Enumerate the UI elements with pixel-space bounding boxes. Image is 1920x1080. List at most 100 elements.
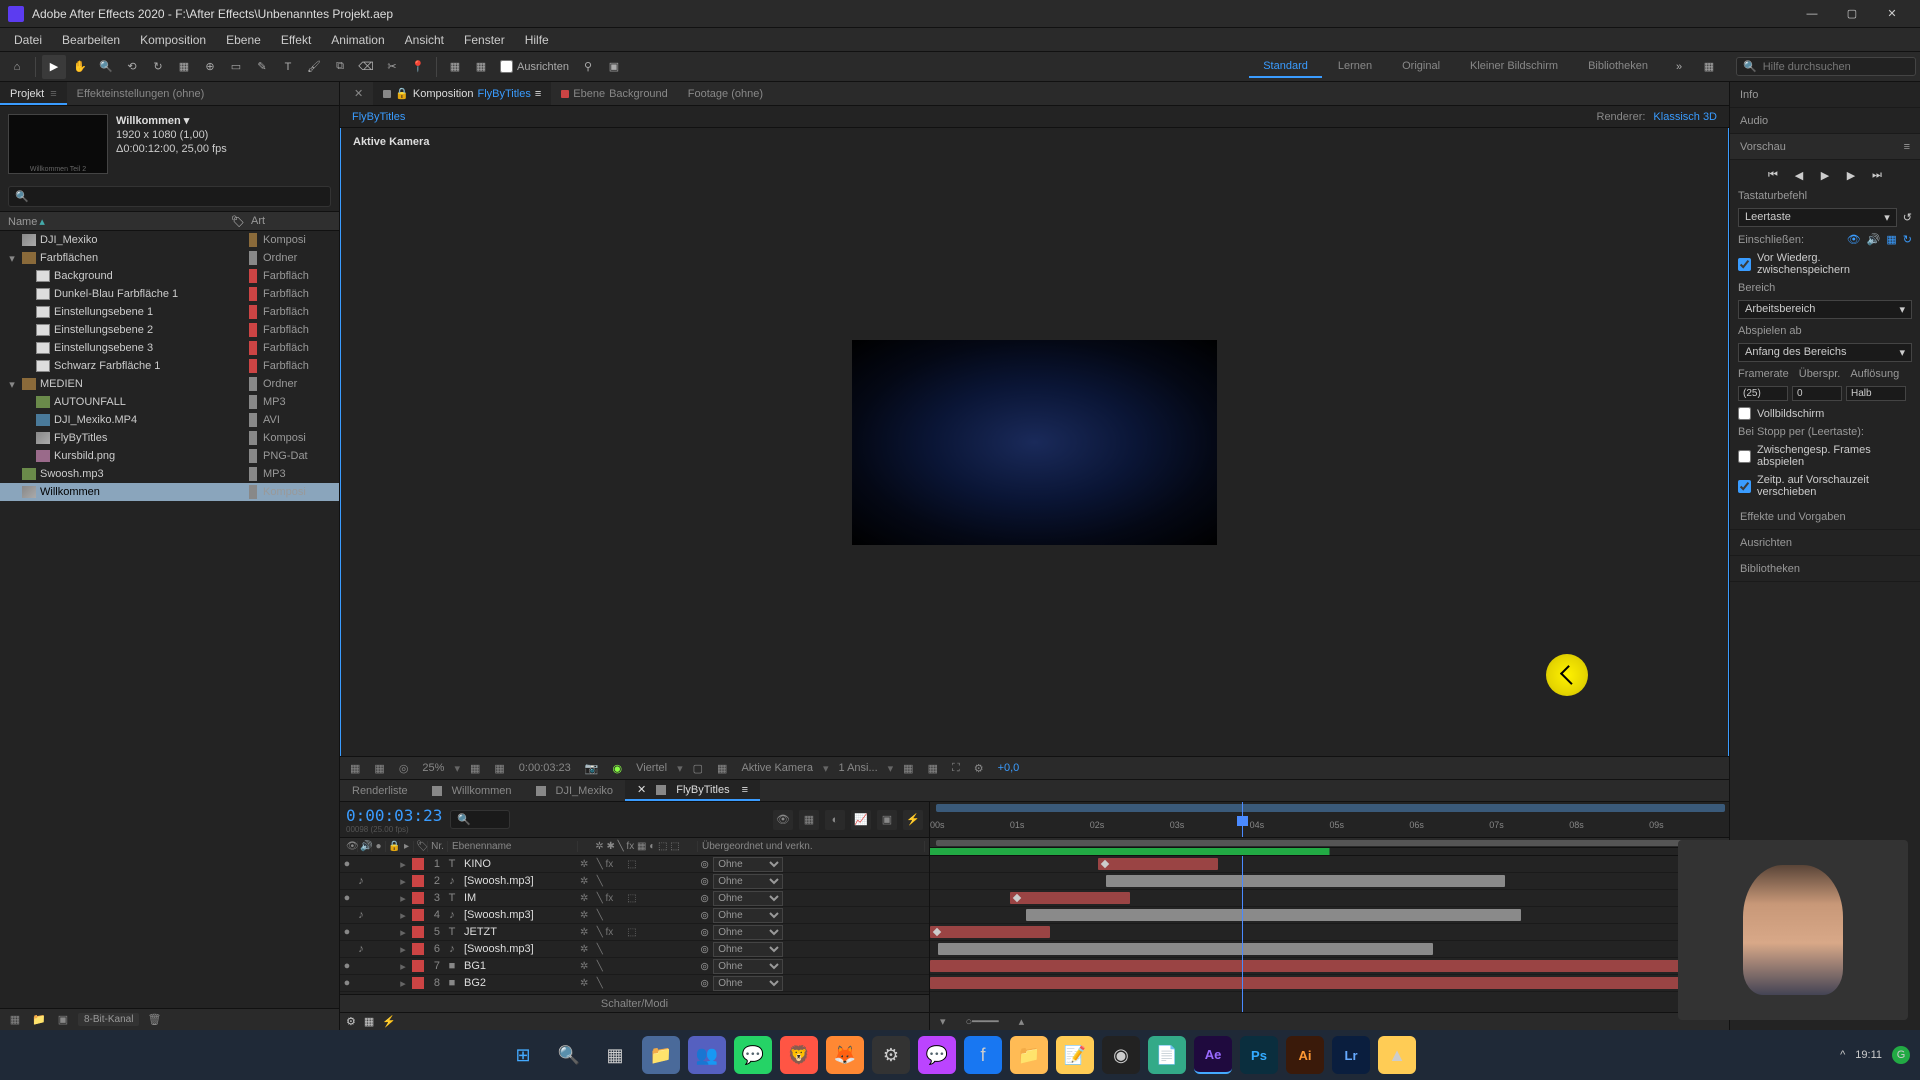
brainstorm-icon[interactable]: ⚡ — [903, 810, 923, 830]
viewer-views[interactable]: 1 Ansi... — [835, 762, 882, 774]
snap-options-icon[interactable]: ⚲ — [576, 55, 600, 79]
windows-taskbar[interactable]: ⊞ 🔍 ▦ 📁 👥 💬 🦁 🦊 ⚙ 💬 f 📁 📝 ◉ 📄 Ae Ps Ai L… — [0, 1030, 1920, 1080]
stop-cache-checkbox[interactable] — [1738, 450, 1751, 463]
maximize-button[interactable]: ▢ — [1832, 0, 1872, 28]
tab-layer[interactable]: Ebene Background — [551, 82, 678, 105]
close-button[interactable]: ✕ — [1872, 0, 1912, 28]
taskbar-time[interactable]: 19:11 — [1855, 1049, 1882, 1061]
timeline-column-header[interactable]: 👁🔊●🔒 ▸ 🏷 Nr. Ebenenname ✲ ✱ ╲ fx ▦ ◐ ⬚ ⬚… — [340, 838, 929, 856]
composition-viewer[interactable]: Aktive Kamera — [340, 128, 1729, 756]
viewer-channel-icon[interactable]: ◉ — [609, 762, 627, 775]
project-item[interactable]: Schwarz Farbfläche 1Farbfläch — [0, 357, 339, 375]
panel-audio[interactable]: Audio — [1730, 108, 1920, 134]
sync-settings-icon[interactable]: ▦ — [1697, 55, 1721, 79]
project-item[interactable]: Einstellungsebene 2Farbfläch — [0, 321, 339, 339]
shape-tool-icon[interactable]: ▭ — [224, 55, 248, 79]
range-dropdown[interactable]: Arbeitsbereich▾ — [1738, 300, 1912, 319]
brush-tool-icon[interactable]: 🖌 — [302, 55, 326, 79]
workspace-lernen[interactable]: Lernen — [1324, 56, 1386, 78]
motion-blur-icon[interactable]: ◐ — [825, 810, 845, 830]
project-item[interactable]: ▾MEDIENOrdner — [0, 375, 339, 393]
illustrator-icon[interactable]: Ai — [1286, 1036, 1324, 1074]
viewer-camera[interactable]: Aktive Kamera — [737, 762, 817, 774]
project-item[interactable]: FlyByTitlesKomposi — [0, 429, 339, 447]
viewer-magnify-icon[interactable]: ▦ — [346, 762, 364, 775]
crumb-comp-name[interactable]: FlyByTitles — [352, 111, 405, 123]
layer-row[interactable]: ●▸1TKINO✲ ╲ fx ⬚⊚Ohne — [340, 856, 929, 873]
timeline-layer-rows[interactable]: ●▸1TKINO✲ ╲ fx ⬚⊚Ohne♪▸2♪[Swoosh.mp3]✲ ╲… — [340, 856, 929, 994]
panel-align[interactable]: Ausrichten — [1730, 530, 1920, 556]
panel-info[interactable]: Info — [1730, 82, 1920, 108]
folder-icon[interactable]: 📁 — [1010, 1036, 1048, 1074]
lock-icon[interactable]: 🔒 — [395, 87, 409, 100]
viewer-snapshot-icon[interactable]: 📷 — [581, 762, 603, 775]
bit-depth[interactable]: 8-Bit-Kanal — [78, 1013, 139, 1026]
tab-effekteinstellungen[interactable]: Effekteinstellungen (ohne) — [67, 82, 215, 105]
rotate-tool-icon[interactable]: ↻ — [146, 55, 170, 79]
start-icon[interactable]: ⊞ — [504, 1036, 542, 1074]
tab-flybytitles[interactable]: ✕FlyByTitles≡ — [625, 780, 760, 801]
layer-bar-row[interactable] — [930, 890, 1729, 907]
viewer-timecode[interactable]: 0:00:03:23 — [515, 762, 575, 774]
menu-ebene[interactable]: Ebene — [216, 28, 271, 51]
snap-grid-icon[interactable]: ▦ — [469, 55, 493, 79]
pen-tool-icon[interactable]: ✎ — [250, 55, 274, 79]
menu-hilfe[interactable]: Hilfe — [515, 28, 559, 51]
layer-row[interactable]: ●▸3TIM✲ ╲ fx ⬚⊚Ohne — [340, 890, 929, 907]
shy-icon[interactable]: 👁 — [773, 810, 793, 830]
timeline-search[interactable]: 🔍 — [450, 810, 510, 829]
eraser-tool-icon[interactable]: ⌫ — [354, 55, 378, 79]
composition-canvas[interactable] — [852, 340, 1217, 545]
toggle-brainstorm-icon[interactable]: ⚡ — [382, 1015, 396, 1028]
orbit-tool-icon[interactable]: ⟲ — [120, 55, 144, 79]
include-overlay-icon[interactable]: ▦ — [1886, 233, 1896, 246]
project-item[interactable]: Kursbild.pngPNG-Dat — [0, 447, 339, 465]
interpret-footage-icon[interactable]: ▦ — [6, 1011, 24, 1029]
firefox-icon[interactable]: 🦊 — [826, 1036, 864, 1074]
frame-blend-icon[interactable]: ▦ — [799, 810, 819, 830]
viewer-transparency-icon[interactable]: ▦ — [713, 762, 731, 775]
next-frame-icon[interactable]: ▶ — [1842, 166, 1860, 184]
facebook-icon[interactable]: f — [964, 1036, 1002, 1074]
timeline-timecode[interactable]: 0:00:03:23 — [346, 806, 442, 825]
layer-bar-row[interactable] — [930, 958, 1729, 975]
tray-notification-icon[interactable]: G — [1892, 1046, 1910, 1064]
tab-projekt[interactable]: Projekt≡ — [0, 82, 67, 105]
viewer-grid-icon[interactable]: ▦ — [466, 762, 484, 775]
after-effects-icon[interactable]: Ae — [1194, 1036, 1232, 1074]
reset-icon[interactable]: ↺ — [1903, 211, 1912, 224]
zoom-out-icon[interactable]: ▾ — [940, 1015, 946, 1028]
viewer-timeline-icon[interactable]: ⛶ — [948, 762, 964, 775]
mesh-tool-icon[interactable]: ▦ — [443, 55, 467, 79]
last-frame-icon[interactable]: ⏭ — [1868, 166, 1886, 184]
cache-checkbox[interactable] — [1738, 258, 1751, 271]
project-item[interactable]: Einstellungsebene 3Farbfläch — [0, 339, 339, 357]
workspace-original[interactable]: Original — [1388, 56, 1454, 78]
help-search[interactable]: 🔍 Hilfe durchsuchen — [1736, 57, 1916, 76]
notes-icon[interactable]: 📝 — [1056, 1036, 1094, 1074]
menu-datei[interactable]: Datei — [4, 28, 52, 51]
timeline-ruler[interactable]: 00s01s02s03s04s05s06s07s08s09s10s — [930, 802, 1729, 838]
zoom-in-icon[interactable]: ▴ — [1019, 1015, 1025, 1028]
layer-bar-row[interactable] — [930, 907, 1729, 924]
stop-time-checkbox[interactable] — [1738, 480, 1751, 493]
tab-dji-mexiko[interactable]: DJI_Mexiko — [524, 780, 625, 801]
teams-icon[interactable]: 👥 — [688, 1036, 726, 1074]
project-column-headers[interactable]: Name▴ 🏷 Art — [0, 211, 339, 231]
first-frame-icon[interactable]: ⏮ — [1764, 166, 1782, 184]
app1-icon[interactable]: ⚙ — [872, 1036, 910, 1074]
timeline-zoom-footer[interactable]: ▾ ○━━━━ ▴ — [930, 1012, 1729, 1030]
layer-row[interactable]: ♪▸6♪[Swoosh.mp3]✲ ╲ ⊚Ohne — [340, 941, 929, 958]
mask-mode-icon[interactable]: ▣ — [602, 55, 626, 79]
timeline-switches-modes[interactable]: Schalter/Modi — [340, 994, 929, 1012]
tab-composition[interactable]: 🔒 Komposition FlyByTitles ≡ — [373, 82, 551, 105]
menu-bearbeiten[interactable]: Bearbeiten — [52, 28, 130, 51]
viewer-pixel-icon[interactable]: ▦ — [899, 762, 917, 775]
layer-bar-row[interactable] — [930, 924, 1729, 941]
layer-row[interactable]: ♪▸2♪[Swoosh.mp3]✲ ╲ ⊚Ohne — [340, 873, 929, 890]
shortcut-dropdown[interactable]: Leertaste▾ — [1738, 208, 1897, 227]
explorer-icon[interactable]: 📁 — [642, 1036, 680, 1074]
viewer-guides-icon[interactable]: ▦ — [490, 762, 508, 775]
tab-willkommen[interactable]: Willkommen — [420, 780, 524, 801]
panel-effects[interactable]: Effekte und Vorgaben — [1730, 504, 1920, 530]
